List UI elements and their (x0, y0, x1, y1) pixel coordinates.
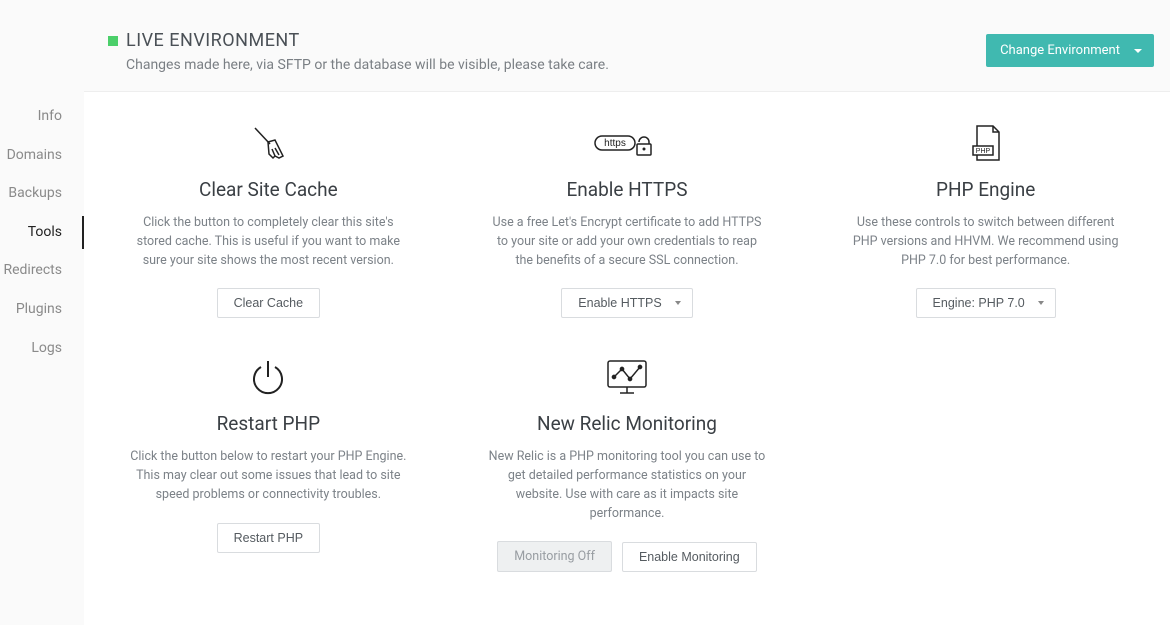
sidebar-item-tools[interactable]: Tools (0, 216, 84, 250)
sidebar-item-backups[interactable]: Backups (0, 177, 84, 211)
tool-title: PHP Engine (936, 178, 1035, 201)
sidebar-item-redirects[interactable]: Redirects (0, 254, 84, 288)
tool-title: Clear Site Cache (199, 178, 338, 201)
sidebar-item-plugins[interactable]: Plugins (0, 293, 84, 327)
tool-description: Use these controls to switch between dif… (846, 214, 1126, 270)
svg-text:PHP: PHP (975, 148, 990, 155)
sidebar-item-logs[interactable]: Logs (0, 332, 84, 366)
sidebar-item-info[interactable]: Info (0, 100, 84, 134)
power-icon (246, 352, 290, 402)
monitoring-status-badge: Monitoring Off (497, 541, 612, 572)
sidebar-item-domains[interactable]: Domains (0, 139, 84, 173)
php-file-icon: PHP (963, 118, 1009, 168)
tool-description: Click the button below to restart your P… (128, 448, 408, 504)
tool-title: New Relic Monitoring (537, 412, 717, 435)
sidebar: Info Domains Backups Tools Redirects Plu… (0, 0, 84, 625)
restart-php-button[interactable]: Restart PHP (217, 523, 320, 553)
tool-title: Enable HTTPS (566, 178, 687, 201)
environment-indicator-icon (108, 36, 118, 46)
tool-enable-https: https Enable HTTPS Use a free Let's Encr… (463, 118, 792, 318)
tool-description: New Relic is a PHP monitoring tool you c… (487, 448, 767, 523)
svg-text:https: https (604, 138, 626, 149)
enable-monitoring-button[interactable]: Enable Monitoring (622, 542, 757, 572)
tool-clear-cache: Clear Site Cache Click the button to com… (104, 118, 433, 318)
broom-icon (245, 118, 291, 168)
main-area: LIVE ENVIRONMENT Changes made here, via … (84, 0, 1170, 625)
page-title: LIVE ENVIRONMENT (126, 30, 300, 51)
tool-new-relic: New Relic Monitoring New Relic is a PHP … (463, 352, 792, 572)
header: LIVE ENVIRONMENT Changes made here, via … (84, 0, 1170, 91)
content: Clear Site Cache Click the button to com… (84, 91, 1170, 625)
tool-title: Restart PHP (217, 412, 321, 435)
https-lock-icon: https (587, 118, 667, 168)
enable-https-dropdown[interactable]: Enable HTTPS (561, 288, 692, 318)
tool-description: Click the button to completely clear thi… (128, 214, 408, 270)
monitor-chart-icon (602, 352, 652, 402)
clear-cache-button[interactable]: Clear Cache (217, 288, 320, 318)
page-subtitle: Changes made here, via SFTP or the datab… (126, 57, 609, 73)
tool-restart-php: Restart PHP Click the button below to re… (104, 352, 433, 572)
tool-description: Use a free Let's Encrypt certificate to … (487, 214, 767, 270)
php-engine-dropdown[interactable]: Engine: PHP 7.0 (916, 288, 1056, 318)
tool-php-engine: PHP PHP Engine Use these controls to swi… (821, 118, 1150, 318)
change-environment-dropdown[interactable]: Change Environment (986, 34, 1154, 67)
